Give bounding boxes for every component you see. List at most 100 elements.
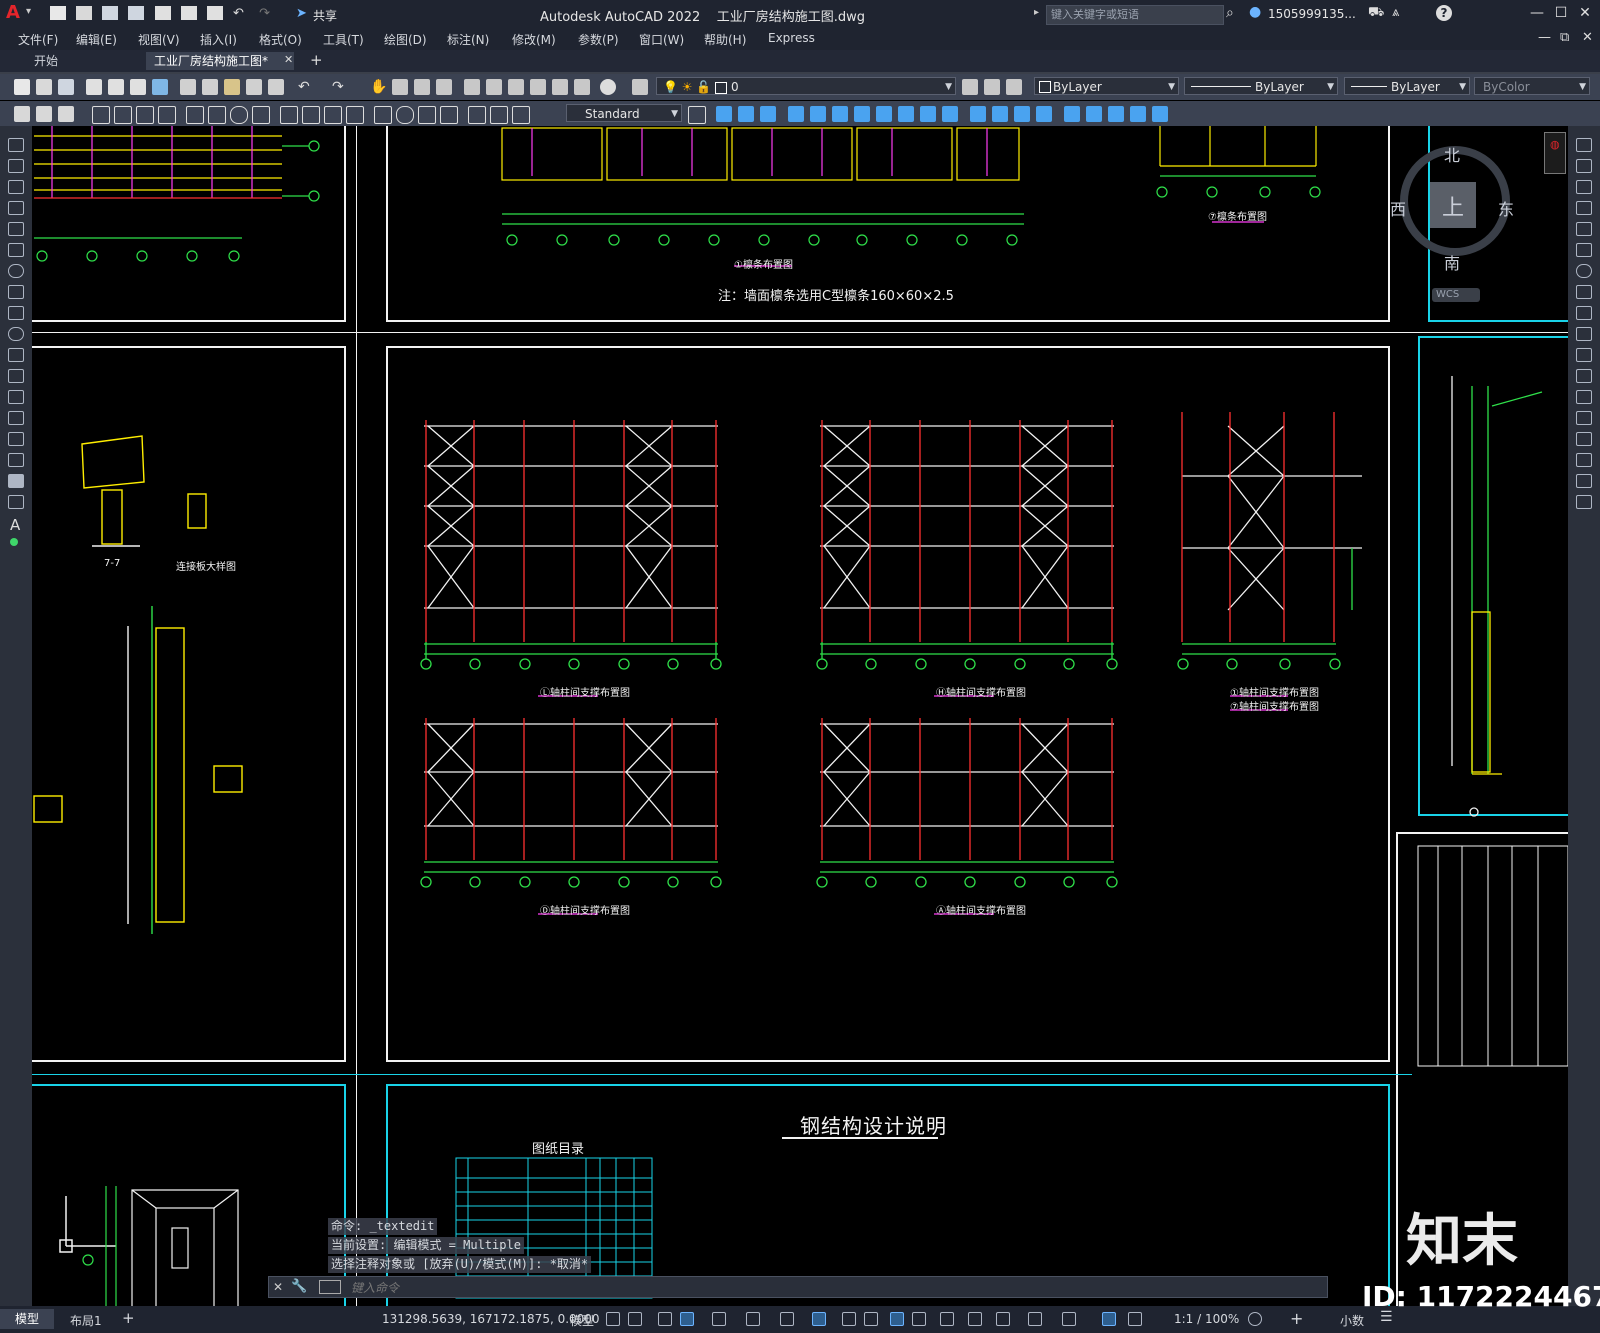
offset-icon[interactable] [1576,201,1592,215]
save-as-icon[interactable] [128,5,145,20]
chamfer-icon[interactable] [1576,432,1592,446]
stretch-icon[interactable] [1576,306,1592,320]
insert-block-icon[interactable] [8,369,24,383]
make-block-icon[interactable] [8,390,24,404]
menu-draw[interactable]: 绘图(D) [384,31,427,48]
ellipse-arc-icon[interactable] [8,348,24,362]
viewcube-west-label[interactable]: 西 [1390,196,1406,220]
mtext-icon[interactable] [36,106,52,122]
redo-icon[interactable]: ↷ [332,79,348,95]
coordinates-readout[interactable]: 131298.5639, 167172.1875, 0.0000 [382,1312,600,1326]
menu-view[interactable]: 视图(V) [138,31,180,48]
publish-icon[interactable] [130,79,146,95]
isodraft-icon[interactable] [746,1312,760,1326]
scale-icon[interactable] [832,106,848,122]
insert-block-icon[interactable] [1064,106,1080,122]
tab-layout1[interactable]: 布局1 [70,1312,102,1329]
rotate-icon[interactable] [788,106,804,122]
ordinate-icon[interactable] [158,106,176,124]
menu-dimension[interactable]: 标注(N) [447,31,489,48]
menu-modify[interactable]: 修改(M) [512,31,556,48]
add-selected-icon[interactable] [10,538,18,546]
region-icon[interactable] [1152,106,1168,122]
new-tab-button[interactable]: + [310,51,323,69]
3d-osnap-icon[interactable] [912,1312,926,1326]
dynamic-ucs-icon[interactable] [940,1312,954,1326]
steering-wheel-icon[interactable]: ◍ [1550,138,1560,151]
redo-icon[interactable]: ↷ [259,6,275,21]
explode-icon[interactable] [992,106,1008,122]
polyline-icon[interactable] [8,180,24,194]
array-icon[interactable] [1576,222,1592,236]
markup-icon[interactable] [552,79,568,95]
trim-icon[interactable] [1576,327,1592,341]
doc-close-button[interactable]: ✕ [1582,30,1593,45]
lineweight-icon[interactable] [842,1312,856,1326]
baseline-icon[interactable] [302,106,320,124]
table-icon[interactable] [8,495,24,509]
blend-icon[interactable] [1576,474,1592,488]
design-center-icon[interactable] [486,79,502,95]
quick-dim-icon[interactable] [280,106,298,124]
save-web-icon[interactable] [180,5,197,20]
dim-edit-icon[interactable] [468,106,486,124]
maximize-button[interactable]: ☐ [1550,3,1572,23]
gizmo-icon[interactable] [996,1312,1010,1326]
help-icon[interactable]: ? [1436,5,1452,21]
explode-icon[interactable] [1576,495,1592,509]
revision-cloud-icon[interactable] [8,285,24,299]
tool-palettes-icon[interactable] [508,79,524,95]
ellipse-icon[interactable] [8,327,24,341]
copy-object-icon[interactable] [738,106,754,122]
share-icon[interactable]: ➤ [296,6,307,21]
menu-format[interactable]: 格式(O) [259,31,302,48]
annotation-add-icon[interactable]: + [1290,1309,1303,1328]
search-icon[interactable]: ⌕ [1226,5,1234,21]
tab-drawing[interactable]: 工业厂房结构施工图* [146,52,294,70]
selection-filter-icon[interactable] [968,1312,982,1326]
join-icon[interactable] [1014,106,1030,122]
jogged-linear-icon[interactable] [440,106,458,124]
menu-help[interactable]: 帮助(H) [704,31,746,48]
make-current-icon[interactable] [962,79,978,95]
move-icon[interactable] [716,106,732,122]
aligned-dim-icon[interactable] [114,106,132,124]
dim-text-edit-icon[interactable] [490,106,508,124]
polar-tracking-icon[interactable] [712,1312,726,1326]
quickcalc-icon[interactable] [574,79,590,95]
gradient-icon[interactable] [8,453,24,467]
user-icon[interactable]: ● [1249,4,1261,20]
hatch-icon[interactable] [1108,106,1124,122]
diameter-icon[interactable] [230,106,248,124]
gradient-icon[interactable] [1130,106,1146,122]
tab-close-icon[interactable]: ✕ [284,53,293,66]
spline-icon[interactable] [8,306,24,320]
stretch-icon[interactable] [760,106,776,122]
menu-tools[interactable]: 工具(T) [323,31,364,48]
viewcube-face[interactable]: 上 [1430,182,1476,228]
model-space-toggle[interactable]: 模型 [570,1312,594,1329]
multiline-text-icon[interactable]: A [10,516,20,534]
selection-cycling-icon[interactable] [890,1312,904,1326]
search-input[interactable]: 键入关键字或短语 [1046,5,1224,25]
viewcube-east-label[interactable]: 东 [1498,196,1514,220]
paste-icon[interactable] [224,79,240,95]
grid-icon[interactable] [606,1312,620,1326]
sheet-set-icon[interactable] [530,79,546,95]
make-block-icon[interactable] [1086,106,1102,122]
save-icon[interactable] [58,79,74,95]
dim-space-icon[interactable] [346,106,364,124]
command-close-icon[interactable]: ✕ [273,1280,283,1294]
menu-window[interactable]: 窗口(W) [639,31,684,48]
array-icon[interactable] [942,106,958,122]
command-customize-icon[interactable]: 🔧 [291,1279,307,1294]
doc-minimize-button[interactable]: — [1538,30,1551,45]
text-icon[interactable] [14,106,30,122]
object-snap-icon[interactable] [812,1312,826,1326]
app-logo[interactable]: A [6,2,20,23]
tab-model[interactable]: 模型 [0,1309,54,1329]
block-editor-icon[interactable] [268,79,284,95]
continue-icon[interactable] [324,106,342,124]
arc-icon[interactable] [8,243,24,257]
layer-properties-icon[interactable] [632,79,648,95]
